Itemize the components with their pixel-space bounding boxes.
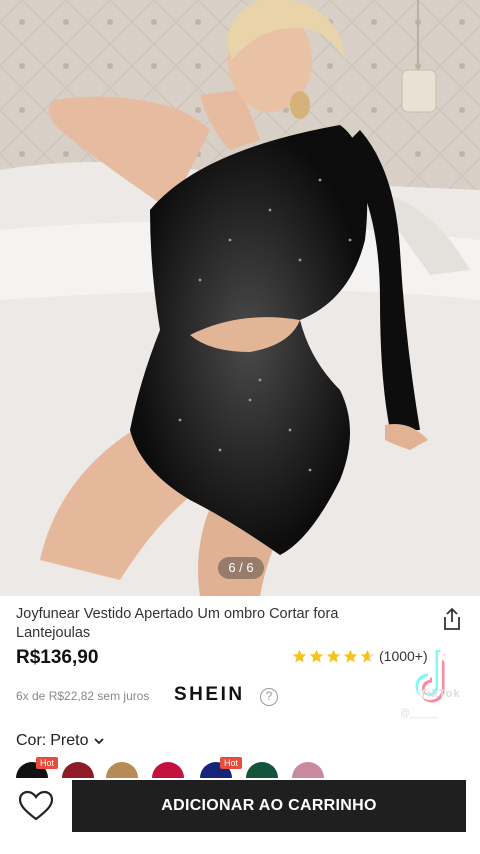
product-image (0, 0, 480, 596)
info-icon[interactable]: ? (260, 688, 278, 706)
star-icon (326, 649, 341, 662)
color-label: Cor: (16, 732, 47, 749)
share-icon (444, 607, 460, 630)
brand-logo[interactable]: SHEIN (174, 684, 245, 706)
star-icon (309, 649, 324, 662)
hot-badge: Hot (36, 757, 59, 769)
half-star-icon (360, 649, 375, 662)
share-button[interactable] (440, 606, 464, 632)
star-icon (343, 649, 358, 662)
star-icon (292, 649, 307, 662)
wishlist-button[interactable] (18, 790, 54, 822)
hot-badge: Hot (220, 757, 243, 769)
heart-icon (18, 790, 54, 821)
installments-text: 6x de R$22,82 sem juros (16, 689, 150, 703)
color-selector[interactable]: Cor: Preto (16, 732, 105, 750)
color-value: Preto (50, 732, 89, 749)
product-title: Joyfunear Vestido Apertado Um ombro Cort… (16, 606, 339, 641)
image-counter: 6 / 6 (218, 557, 264, 579)
rating-stars (292, 649, 375, 664)
product-photo[interactable]: 6 / 6 (0, 0, 480, 596)
product-price: R$136,90 (16, 647, 99, 668)
product-title-row: Joyfunear Vestido Apertado Um ombro Cort… (16, 605, 416, 643)
add-to-cart-button[interactable]: ADICIONAR AO CARRINHO (72, 780, 466, 832)
watermark-app-name: TikTok (420, 688, 461, 700)
chevron-down-icon (94, 738, 105, 745)
watermark-username: @_____ (400, 708, 438, 719)
bottom-action-bar: ADICIONAR AO CARRINHO (0, 778, 480, 854)
